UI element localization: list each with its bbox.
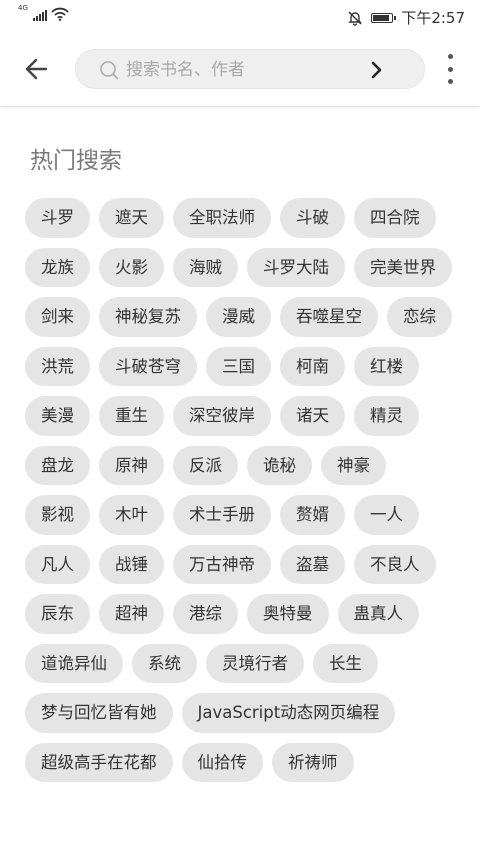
hot-search-tag[interactable]: 系统 (132, 643, 197, 683)
wifi-icon (51, 7, 69, 21)
hot-search-tag[interactable]: 漫威 (206, 297, 271, 337)
hot-search-tag[interactable]: 火影 (99, 247, 164, 287)
hot-search-tag[interactable]: 奥特曼 (247, 594, 329, 634)
hot-search-tag[interactable]: 完美世界 (354, 247, 452, 287)
hot-search-tag[interactable]: 全职法师 (173, 198, 271, 238)
more-vert-icon[interactable] (440, 54, 460, 84)
hot-search-tag[interactable]: 梦与回忆皆有她 (25, 693, 173, 733)
hot-search-tag[interactable]: 万古神帝 (173, 544, 271, 584)
hot-search-tag[interactable]: 斗罗 (25, 198, 90, 238)
hot-search-tag[interactable]: 斗破 (280, 198, 345, 238)
hot-search-tag[interactable]: 灵境行者 (206, 643, 304, 683)
hot-search-tag[interactable]: 剑来 (25, 297, 90, 337)
hot-search-tag[interactable]: 不良人 (354, 544, 436, 584)
hot-search-tag[interactable]: 神秘复苏 (99, 297, 197, 337)
hot-search-tag[interactable]: 遮天 (99, 198, 164, 238)
battery-level (373, 14, 389, 21)
hot-search-tag[interactable]: 辰东 (25, 594, 90, 634)
hot-search-tag[interactable]: 盗墓 (280, 544, 345, 584)
network-type: 4G (18, 4, 28, 12)
hot-search-tag[interactable]: 精灵 (354, 396, 419, 436)
hot-search-tag[interactable]: 红楼 (354, 346, 419, 386)
hot-search-tag[interactable]: 美漫 (25, 396, 90, 436)
hot-search-tag[interactable]: 一人 (354, 495, 419, 535)
hot-search-tag[interactable]: 吞噬星空 (280, 297, 378, 337)
hot-search-tag[interactable]: 祈祷师 (272, 742, 354, 782)
hot-search-tag[interactable]: 洪荒 (25, 346, 90, 386)
hot-search-tag[interactable]: 诡秘 (247, 445, 312, 485)
hot-search-tag[interactable]: 三国 (206, 346, 271, 386)
hot-search-tag[interactable]: 盘龙 (25, 445, 90, 485)
clock: 下午2:57 (401, 9, 465, 27)
hot-search-tag[interactable]: 斗破苍穹 (99, 346, 197, 386)
signal-icon (32, 9, 47, 21)
hot-search-tag[interactable]: 恋综 (387, 297, 452, 337)
hot-search-tag[interactable]: 反派 (173, 445, 238, 485)
status-right: 下午2:57 (347, 7, 465, 28)
hot-search-tag[interactable]: 蛊真人 (337, 594, 419, 634)
hot-search-tag[interactable]: 原神 (99, 445, 164, 485)
hot-search-tag[interactable]: 四合院 (354, 198, 436, 238)
hot-search-tag[interactable]: 超神 (99, 594, 164, 634)
search-box[interactable] (75, 49, 425, 90)
battery-icon (371, 12, 397, 23)
hot-search-tag[interactable]: 战锤 (99, 544, 164, 584)
hot-search-tag[interactable]: 海贼 (173, 247, 238, 287)
hot-search-tag[interactable]: 赘婿 (280, 495, 345, 535)
search-input[interactable] (124, 50, 368, 90)
hot-search-tag[interactable]: 重生 (99, 396, 164, 436)
hot-search-tag[interactable]: 凡人 (25, 544, 90, 584)
hot-search-tag[interactable]: 道诡异仙 (25, 643, 123, 683)
hot-search-tags: 斗罗 遮天 全职法师 斗破 四合院龙族 火影 海贼 斗罗大陆 完美世界剑来 神秘复苏 漫威 吞噬星空恋… (25, 198, 455, 782)
chevron-right-icon[interactable] (366, 60, 386, 80)
mute-bell-icon (348, 11, 363, 26)
status-bar: 4G 下午2:57 (0, 0, 480, 32)
hot-search-title: 热门搜索 (30, 148, 122, 174)
hot-search-tag[interactable]: 长生 (313, 643, 378, 683)
hot-search-tag[interactable]: 超级高手在花都 (25, 742, 173, 782)
hot-search-tag[interactable]: 仙拾传 (181, 742, 263, 782)
back-arrow-icon[interactable] (20, 52, 54, 86)
hot-search-tag[interactable]: 港综 (173, 594, 238, 634)
status-left: 4G (18, 4, 69, 21)
hot-search-tag[interactable]: JavaScript动态网页编程 (181, 693, 396, 733)
hot-search-tag[interactable]: 柯南 (280, 346, 345, 386)
hot-search-tag[interactable]: 木叶 (99, 495, 164, 535)
hot-search-tag[interactable]: 诸天 (280, 396, 345, 436)
hot-search-tag[interactable]: 深空彼岸 (173, 396, 271, 436)
search-icon (100, 61, 119, 80)
search-toolbar (0, 32, 480, 107)
hot-search-tag[interactable]: 龙族 (25, 247, 90, 287)
hot-search-tag[interactable]: 斗罗大陆 (247, 247, 345, 287)
hot-search-tag[interactable]: 神豪 (321, 445, 386, 485)
hot-search-tag[interactable]: 影视 (25, 495, 90, 535)
hot-search-tag[interactable]: 术士手册 (173, 495, 271, 535)
